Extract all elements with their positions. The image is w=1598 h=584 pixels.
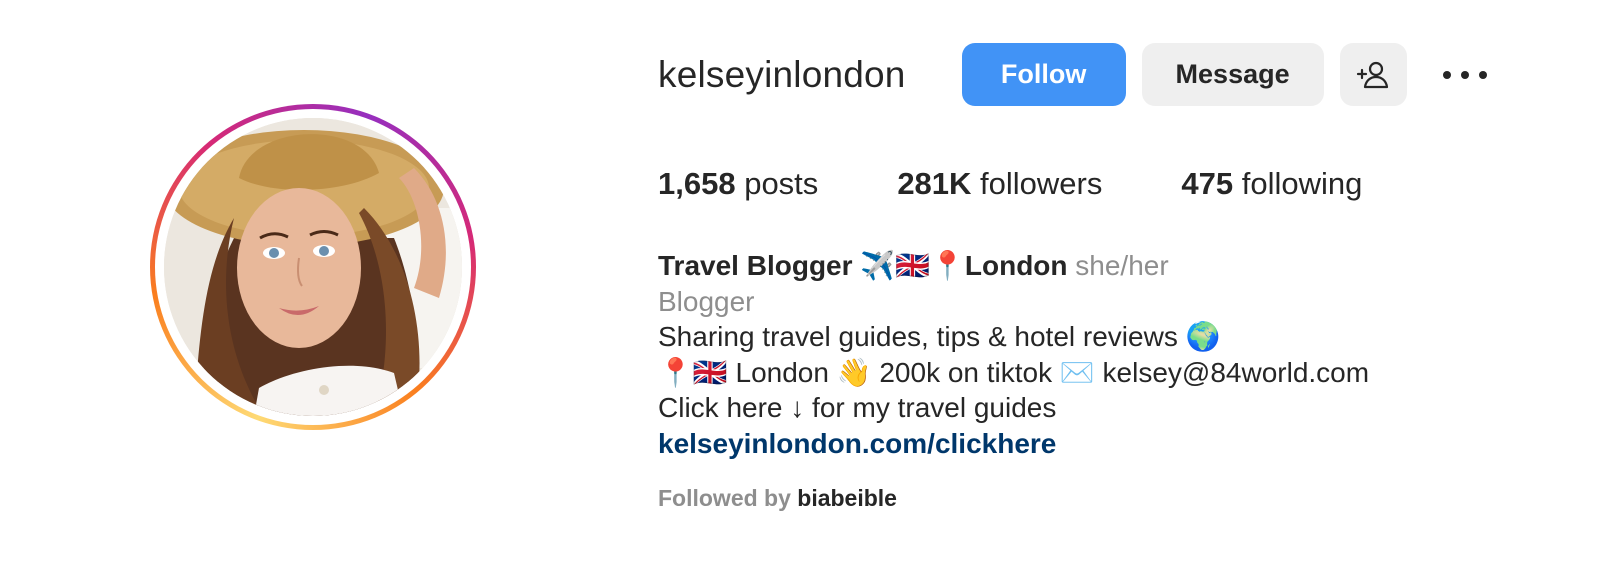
followed-by-user[interactable]: biabeible: [797, 485, 897, 511]
more-dot: [1460, 70, 1469, 79]
bio-external-link[interactable]: kelseyinlondon.com/clickhere: [658, 428, 1056, 459]
posts-count: 1,658 posts: [658, 166, 818, 202]
more-horizontal-icon[interactable]: [1442, 55, 1487, 95]
following-link[interactable]: 475 following: [1181, 166, 1362, 202]
category-label: Blogger: [658, 285, 755, 317]
followers-label: followers: [980, 166, 1103, 201]
more-dot: [1478, 70, 1487, 79]
suggested-accounts-button[interactable]: [1339, 43, 1407, 106]
profile-bio: Travel Blogger ✈️🇬🇧📍London she/her Blogg…: [658, 248, 1369, 461]
bio-line: 📍🇬🇧 London 👋 200k on tiktok ✉️ kelsey@84…: [658, 356, 1370, 388]
profile-stats: 1,658 posts 281K followers 475 following: [658, 166, 1441, 202]
posts-number: 1,658: [658, 166, 736, 201]
profile-header: kelseyinlondon Follow Message: [658, 43, 1487, 106]
username: kelseyinlondon: [658, 53, 906, 95]
followers-link[interactable]: 281K followers: [897, 166, 1102, 202]
more-dot: [1442, 70, 1451, 79]
story-ring[interactable]: [150, 104, 476, 430]
bio-line: Click here ↓ for my travel guides: [658, 392, 1057, 423]
follow-button[interactable]: Follow: [961, 43, 1126, 106]
bio-line: Sharing travel guides, tips & hotel revi…: [658, 321, 1221, 352]
avatar[interactable]: [164, 118, 462, 416]
posts-label: posts: [744, 166, 819, 201]
avatar-gap: [155, 109, 471, 425]
following-number: 475: [1181, 166, 1234, 201]
followed-by: Followed by biabeible: [658, 485, 897, 512]
avatar-photo-illustration: [164, 118, 462, 416]
display-name: Travel Blogger ✈️🇬🇧📍London: [658, 250, 1068, 281]
followed-by-prefix: Followed by: [658, 485, 791, 511]
bio-name-line: Travel Blogger ✈️🇬🇧📍London she/her: [658, 248, 1369, 284]
person-add-icon: [1356, 61, 1389, 88]
followers-number: 281K: [897, 166, 972, 201]
following-label: following: [1241, 166, 1363, 201]
pronouns: she/her: [1075, 250, 1169, 281]
message-button[interactable]: Message: [1141, 43, 1324, 106]
